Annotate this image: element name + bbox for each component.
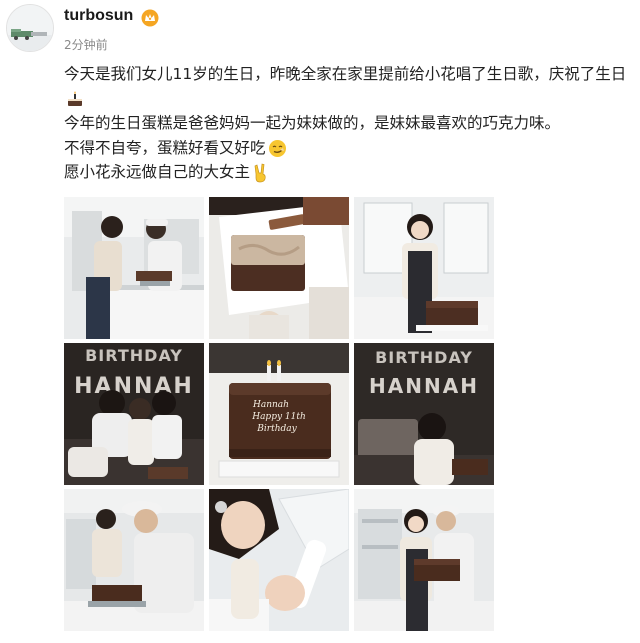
crown-badge-icon[interactable]	[141, 9, 159, 27]
photo-5-cake-line3: Birthday	[256, 424, 297, 434]
post-line-4-text: 愿小花永远做自己的大女主	[64, 163, 251, 181]
photo-6-girl-banner[interactable]: BIRTHDAY HANNAH	[354, 343, 494, 485]
photo-grid: BIRTHDAY HANNAH Hannah Happy 11th Birthd…	[64, 197, 496, 631]
post-line-3-text: 不得不自夸，蛋糕好看又好吃	[64, 138, 266, 157]
post-line-1-text: 今天是我们女儿11岁的生日，昨晚全家在家里提前给小花唱了生日歌，庆祝了生日	[64, 65, 627, 83]
post-line-4: 愿小花永远做自己的大女主	[64, 160, 630, 185]
photo-1-kitchen-couple[interactable]	[64, 197, 204, 339]
photo-5-cake-line2: Happy 11th	[251, 412, 306, 422]
post-line-1: 今天是我们女儿11岁的生日，昨晚全家在家里提前给小花唱了生日歌，庆祝了生日	[64, 62, 630, 111]
photo-7-dad-cake[interactable]	[64, 489, 204, 631]
post-body: 今天是我们女儿11岁的生日，昨晚全家在家里提前给小花唱了生日歌，庆祝了生日 今年…	[64, 62, 630, 185]
photo-3-girl-with-cake[interactable]	[354, 197, 494, 339]
post-line-2: 今年的生日蛋糕是爸爸妈妈一起为妹妹做的，是妹妹最喜欢的巧克力味。	[64, 114, 561, 132]
photo-4-banner-top: BIRTHDAY	[85, 346, 183, 365]
avatar-image	[7, 5, 53, 51]
weibo-post: turbosun 2分钟前 今天是我们女儿11岁的生日，昨晚全家在家里提前给小花…	[0, 0, 640, 643]
timestamp: 2分钟前	[64, 38, 108, 52]
birthday-cake-emoji-icon	[68, 91, 82, 106]
username[interactable]: turbosun	[64, 7, 133, 25]
photo-6-banner-top: BIRTHDAY	[375, 348, 473, 367]
photo-6-banner-bottom: HANNAH	[369, 374, 479, 398]
smirk-emoji-icon	[268, 139, 286, 157]
photo-8-piping-frosting[interactable]	[209, 489, 349, 631]
photo-9-dad-daughter-cake[interactable]	[354, 489, 494, 631]
avatar[interactable]	[6, 4, 54, 52]
photo-5-cake-line1: Hannah	[252, 400, 289, 410]
photo-4-family-banner[interactable]: BIRTHDAY HANNAH	[64, 343, 204, 485]
post-line-3: 不得不自夸，蛋糕好看又好吃	[64, 136, 630, 161]
victory-hand-emoji-icon	[254, 163, 266, 182]
photo-5-birthday-cake[interactable]: Hannah Happy 11th Birthday	[209, 343, 349, 485]
photo-4-banner-bottom: HANNAH	[74, 374, 194, 399]
photo-2-cake-frosting[interactable]	[209, 197, 349, 339]
